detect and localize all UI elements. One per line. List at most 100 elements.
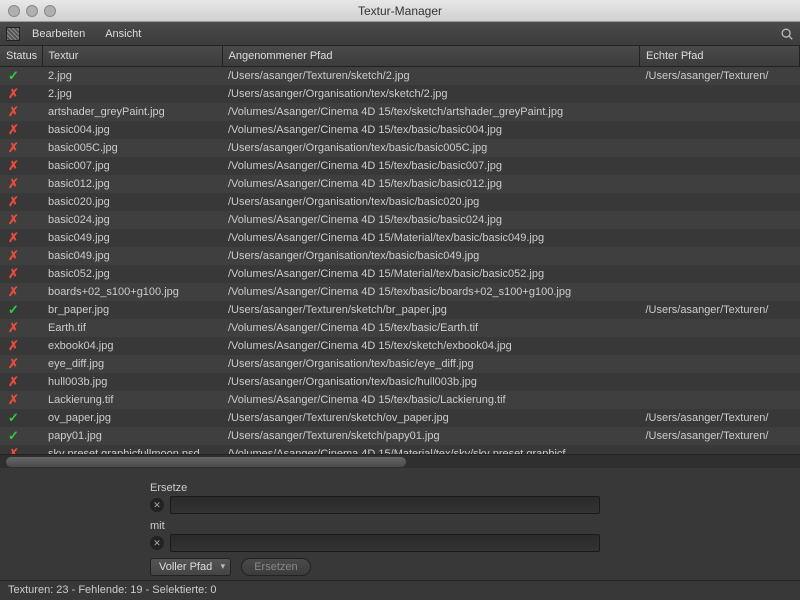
- col-assumed-path[interactable]: Angenommener Pfad: [222, 46, 640, 67]
- cell-texture: basic007.jpg: [42, 157, 222, 175]
- with-label: mit: [150, 520, 800, 532]
- status-icon: ✗: [0, 85, 42, 103]
- cell-real-path: [640, 103, 800, 121]
- cell-assumed-path: /Volumes/Asanger/Cinema 4D 15/Material/t…: [222, 445, 640, 454]
- cell-real-path: [640, 85, 800, 103]
- table-row[interactable]: ✗eye_diff.jpg/Users/asanger/Organisation…: [0, 355, 800, 373]
- replace-label: Ersetze: [150, 482, 800, 494]
- table-row[interactable]: ✓2.jpg/Users/asanger/Texturen/sketch/2.j…: [0, 67, 800, 86]
- cell-texture: basic052.jpg: [42, 265, 222, 283]
- status-icon: ✗: [0, 211, 42, 229]
- cell-texture: hull003b.jpg: [42, 373, 222, 391]
- with-input[interactable]: [170, 534, 600, 552]
- status-icon: ✗: [0, 319, 42, 337]
- cell-texture: 2.jpg: [42, 85, 222, 103]
- search-icon[interactable]: [780, 27, 794, 41]
- status-icon: ✗: [0, 157, 42, 175]
- cell-texture: Lackierung.tif: [42, 391, 222, 409]
- table-row[interactable]: ✗exbook04.jpg/Volumes/Asanger/Cinema 4D …: [0, 337, 800, 355]
- status-icon: ✗: [0, 391, 42, 409]
- cell-assumed-path: /Volumes/Asanger/Cinema 4D 15/tex/sketch…: [222, 103, 640, 121]
- replace-button[interactable]: Ersetzen: [241, 558, 310, 576]
- table-row[interactable]: ✗boards+02_s100+g100.jpg/Volumes/Asanger…: [0, 283, 800, 301]
- table-row[interactable]: ✓br_paper.jpg/Users/asanger/Texturen/ske…: [0, 301, 800, 319]
- cell-assumed-path: /Users/asanger/Organisation/tex/basic/ba…: [222, 193, 640, 211]
- col-texture[interactable]: Textur: [42, 46, 222, 67]
- horizontal-scrollbar[interactable]: [0, 454, 800, 468]
- table-row[interactable]: ✗2.jpg/Users/asanger/Organisation/tex/sk…: [0, 85, 800, 103]
- table-row[interactable]: ✗Lackierung.tif/Volumes/Asanger/Cinema 4…: [0, 391, 800, 409]
- cell-texture: artshader_greyPaint.jpg: [42, 103, 222, 121]
- menubar: Bearbeiten Ansicht: [0, 22, 800, 46]
- zoom-window-button[interactable]: [44, 5, 56, 17]
- table-row[interactable]: ✓ov_paper.jpg/Users/asanger/Texturen/ske…: [0, 409, 800, 427]
- table-row[interactable]: ✗basic052.jpg/Volumes/Asanger/Cinema 4D …: [0, 265, 800, 283]
- minimize-window-button[interactable]: [26, 5, 38, 17]
- cell-assumed-path: /Volumes/Asanger/Cinema 4D 15/tex/basic/…: [222, 391, 640, 409]
- cell-texture: basic049.jpg: [42, 229, 222, 247]
- cell-texture: ov_paper.jpg: [42, 409, 222, 427]
- cell-real-path: /Users/asanger/Texturen/: [640, 67, 800, 86]
- replace-input[interactable]: [170, 496, 600, 514]
- cell-real-path: [640, 337, 800, 355]
- menu-edit[interactable]: Bearbeiten: [24, 25, 93, 43]
- status-icon: ✗: [0, 373, 42, 391]
- status-icon: ✗: [0, 283, 42, 301]
- cell-real-path: /Users/asanger/Texturen/: [640, 427, 800, 445]
- cell-texture: sky preset graphicfullmoon.psd: [42, 445, 222, 454]
- clear-replace-icon[interactable]: ✕: [150, 498, 164, 512]
- cell-assumed-path: /Volumes/Asanger/Cinema 4D 15/tex/sketch…: [222, 337, 640, 355]
- table-row[interactable]: ✗basic049.jpg/Volumes/Asanger/Cinema 4D …: [0, 229, 800, 247]
- status-icon: ✗: [0, 337, 42, 355]
- status-icon: ✓: [0, 67, 42, 86]
- table-row[interactable]: ✓papy01.jpg/Users/asanger/Texturen/sketc…: [0, 427, 800, 445]
- table-row[interactable]: ✗hull003b.jpg/Users/asanger/Organisation…: [0, 373, 800, 391]
- cell-real-path: [640, 265, 800, 283]
- cell-assumed-path: /Users/asanger/Texturen/sketch/br_paper.…: [222, 301, 640, 319]
- cell-assumed-path: /Users/asanger/Organisation/tex/basic/ey…: [222, 355, 640, 373]
- menu-view[interactable]: Ansicht: [97, 25, 149, 43]
- table-row[interactable]: ✗basic012.jpg/Volumes/Asanger/Cinema 4D …: [0, 175, 800, 193]
- close-window-button[interactable]: [8, 5, 20, 17]
- cell-real-path: [640, 175, 800, 193]
- table-row[interactable]: ✗basic005C.jpg/Users/asanger/Organisatio…: [0, 139, 800, 157]
- table-row[interactable]: ✗basic049.jpg/Users/asanger/Organisation…: [0, 247, 800, 265]
- table-row[interactable]: ✗basic004.jpg/Volumes/Asanger/Cinema 4D …: [0, 121, 800, 139]
- cell-texture: boards+02_s100+g100.jpg: [42, 283, 222, 301]
- cell-assumed-path: /Users/asanger/Organisation/tex/basic/hu…: [222, 373, 640, 391]
- status-icon: ✗: [0, 193, 42, 211]
- cell-assumed-path: /Volumes/Asanger/Cinema 4D 15/tex/basic/…: [222, 211, 640, 229]
- table-row[interactable]: ✗basic020.jpg/Users/asanger/Organisation…: [0, 193, 800, 211]
- table-row[interactable]: ✗basic007.jpg/Volumes/Asanger/Cinema 4D …: [0, 157, 800, 175]
- cell-texture: eye_diff.jpg: [42, 355, 222, 373]
- cell-texture: basic024.jpg: [42, 211, 222, 229]
- window-titlebar: Textur-Manager: [0, 0, 800, 22]
- cell-texture: Earth.tif: [42, 319, 222, 337]
- cell-real-path: [640, 373, 800, 391]
- table-row[interactable]: ✗sky preset graphicfullmoon.psd/Volumes/…: [0, 445, 800, 454]
- table-row[interactable]: ✗basic024.jpg/Volumes/Asanger/Cinema 4D …: [0, 211, 800, 229]
- grip-icon[interactable]: [6, 27, 20, 41]
- statusbar: Texturen: 23 - Fehlende: 19 - Selektiert…: [0, 580, 800, 600]
- window-title: Textur-Manager: [0, 4, 800, 18]
- table-row[interactable]: ✗Earth.tif/Volumes/Asanger/Cinema 4D 15/…: [0, 319, 800, 337]
- texture-table: Status Textur Angenommener Pfad Echter P…: [0, 46, 800, 454]
- cell-assumed-path: /Volumes/Asanger/Cinema 4D 15/tex/basic/…: [222, 319, 640, 337]
- cell-real-path: /Users/asanger/Texturen/: [640, 301, 800, 319]
- scrollbar-thumb[interactable]: [6, 457, 406, 467]
- replace-mode-select[interactable]: Voller Pfad: [150, 558, 231, 576]
- cell-texture: basic020.jpg: [42, 193, 222, 211]
- replace-panel: Ersetze ✕ mit ✕ Voller Pfad Ersetzen: [0, 468, 800, 580]
- status-icon: ✓: [0, 409, 42, 427]
- status-icon: ✗: [0, 139, 42, 157]
- col-real-path[interactable]: Echter Pfad: [640, 46, 800, 67]
- status-icon: ✗: [0, 175, 42, 193]
- status-icon: ✗: [0, 445, 42, 454]
- cell-real-path: [640, 121, 800, 139]
- cell-texture: basic012.jpg: [42, 175, 222, 193]
- clear-with-icon[interactable]: ✕: [150, 536, 164, 550]
- cell-real-path: [640, 139, 800, 157]
- table-row[interactable]: ✗artshader_greyPaint.jpg/Volumes/Asanger…: [0, 103, 800, 121]
- col-status[interactable]: Status: [0, 46, 42, 67]
- status-icon: ✗: [0, 103, 42, 121]
